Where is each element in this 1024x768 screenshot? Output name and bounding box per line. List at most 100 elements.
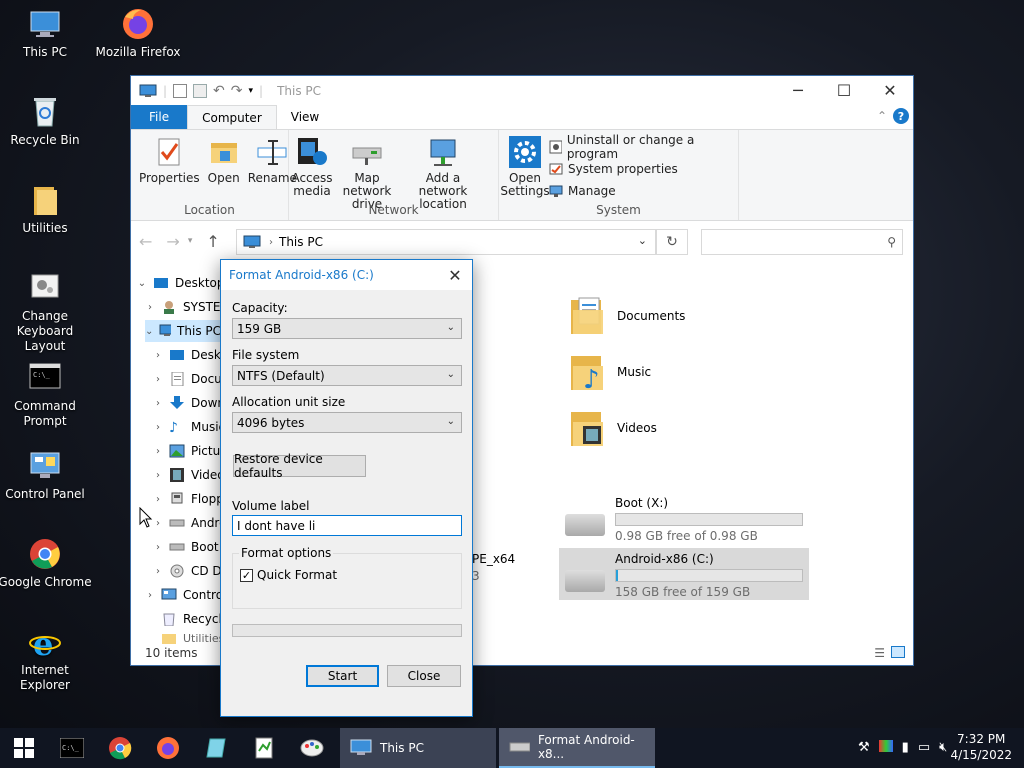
chevron-right-icon[interactable]: › — [145, 590, 155, 601]
nav-item-this-pc[interactable]: ⌄ This PC — [145, 320, 221, 342]
dialog-close-button[interactable]: ✕ — [438, 260, 472, 290]
chevron-right-icon[interactable]: › — [153, 470, 163, 481]
ribbon-collapse-icon[interactable]: ⌃ — [877, 109, 887, 123]
new-folder-qa-icon[interactable] — [193, 83, 208, 98]
chevron-right-icon[interactable]: › — [153, 446, 163, 457]
chevron-right-icon[interactable]: › — [153, 350, 163, 361]
nav-item-floppy[interactable]: › Flopp — [153, 488, 224, 510]
back-icon[interactable]: ← — [139, 232, 152, 251]
chevron-right-icon[interactable]: › — [153, 398, 163, 409]
desktop-icon-this-pc[interactable]: This PC — [0, 7, 93, 60]
capacity-select[interactable]: 159 GB ⌄ — [232, 318, 462, 339]
close-dialog-button[interactable]: Close — [387, 665, 461, 687]
nav-item-boot[interactable]: › Boot — [153, 536, 219, 558]
help-icon[interactable]: ? — [893, 108, 909, 124]
usb-icon[interactable]: ▮ — [902, 740, 909, 755]
chevron-right-icon[interactable]: › — [153, 518, 163, 529]
chevron-right-icon[interactable]: › — [153, 374, 163, 385]
nav-item-desktop[interactable]: ⌄ Desktop — [137, 272, 225, 294]
format-dialog[interactable]: Format Android-x86 (C:) ✕ Capacity: 159 … — [220, 259, 473, 717]
desktop-icon-chrome[interactable]: Google Chrome — [0, 537, 93, 590]
drive-icon — [169, 519, 185, 527]
nav-item-videos[interactable]: › Video — [153, 464, 225, 486]
network-icon[interactable]: ⚒ — [858, 740, 870, 755]
quick-format-checkbox[interactable]: ✓ Quick Format — [240, 568, 337, 582]
recent-chevron-icon[interactable]: ▾ — [188, 236, 193, 246]
nav-item-recycle-bin[interactable]: Recycle — [145, 608, 229, 630]
restore-defaults-button[interactable]: Restore device defaults — [233, 452, 366, 480]
large-icons-view-icon[interactable] — [891, 646, 905, 658]
display-icon[interactable] — [878, 740, 893, 752]
tab-file[interactable]: File — [131, 105, 188, 129]
undo-icon[interactable]: ↶ — [213, 83, 225, 99]
chevron-right-icon[interactable]: › — [153, 494, 163, 505]
terminal-icon: C:\_ — [28, 361, 62, 395]
start-button[interactable] — [0, 728, 48, 768]
taskbar-clock[interactable]: 7:32 PM 4/15/2022 — [950, 731, 1012, 763]
taskbar-command-prompt[interactable]: C:\_ — [48, 728, 96, 768]
folder-videos[interactable]: Videos — [569, 408, 657, 448]
desktop-icon-change-keyboard[interactable]: Change Keyboard Layout — [0, 271, 93, 354]
dialog-titlebar[interactable]: Format Android-x86 (C:) ✕ — [221, 260, 472, 290]
film-icon — [170, 468, 184, 482]
forward-icon[interactable]: → — [166, 232, 179, 251]
nav-item-android[interactable]: › Andro — [153, 512, 226, 534]
nav-item-desktop-sub[interactable]: › Deskt — [153, 344, 226, 366]
notes-icon[interactable]: ▭ — [918, 740, 930, 755]
desktop-icon-internet-explorer[interactable]: e Internet Explorer — [0, 625, 93, 693]
folder-music[interactable]: ♪ Music — [569, 352, 651, 395]
manage-button[interactable]: Manage — [549, 180, 734, 202]
start-button[interactable]: Start — [306, 665, 379, 687]
taskbar-firefox[interactable] — [144, 728, 192, 768]
drive-android[interactable]: Android-x86 (C:) 158 GB free of 159 GB — [559, 548, 809, 600]
file-system-select[interactable]: NTFS (Default) ⌄ — [232, 365, 462, 386]
maximize-button[interactable]: ☐ — [821, 76, 867, 105]
desktop-icon-control-panel[interactable]: Control Panel — [0, 449, 93, 502]
details-view-icon[interactable]: ☰ — [874, 646, 885, 660]
volume-muted-icon[interactable]: 🔇︎ — [939, 740, 947, 755]
chevron-down-icon[interactable]: ▾ — [249, 86, 254, 96]
system-properties-button[interactable]: System properties — [549, 158, 734, 180]
chevron-right-icon[interactable]: › — [153, 422, 163, 433]
taskbar-task-this-pc[interactable]: This PC — [340, 728, 496, 768]
desktop-icon-utilities[interactable]: Utilities — [0, 183, 93, 236]
refresh-button[interactable]: ↻ — [656, 229, 688, 255]
explorer-titlebar[interactable]: | ↶ ↷ ▾ | This PC ─ ☐ ✕ — [131, 76, 913, 105]
nav-item-control-panel[interactable]: › Contro — [145, 584, 223, 606]
tab-view[interactable]: View — [277, 105, 333, 129]
taskbar-task-format[interactable]: Format Android-x8... — [499, 728, 655, 768]
redo-icon[interactable]: ↷ — [231, 83, 243, 99]
taskbar-notepad[interactable] — [192, 728, 240, 768]
chevron-down-icon[interactable]: ⌄ — [638, 234, 647, 247]
volume-label-input[interactable] — [232, 515, 462, 536]
nav-item-downloads[interactable]: › Down — [153, 392, 225, 414]
taskbar-paint[interactable] — [288, 728, 336, 768]
chevron-down-icon[interactable]: ⌄ — [137, 278, 147, 289]
chevron-right-icon[interactable]: › — [153, 542, 163, 553]
firefox-icon — [121, 7, 155, 41]
address-bar[interactable]: › This PC ⌄ — [236, 229, 656, 255]
chevron-right-icon[interactable]: › — [153, 566, 163, 577]
taskbar-chrome[interactable] — [96, 728, 144, 768]
uninstall-program-button[interactable]: Uninstall or change a program — [549, 133, 734, 161]
nav-item-system[interactable]: › SYSTEM — [145, 296, 231, 318]
minimize-button[interactable]: ─ — [775, 76, 821, 105]
nav-item-pictures[interactable]: › Pictur — [153, 440, 225, 462]
up-icon[interactable]: ↑ — [206, 232, 219, 251]
allocation-unit-select[interactable]: 4096 bytes ⌄ — [232, 412, 462, 433]
nav-item-cd-drive[interactable]: › CD Dr — [153, 560, 227, 582]
desktop-icon-command-prompt[interactable]: C:\_ Command Prompt — [0, 361, 93, 429]
close-button[interactable]: ✕ — [867, 76, 913, 105]
search-input[interactable]: ⚲ — [701, 229, 903, 255]
folder-documents[interactable]: Documents — [569, 296, 685, 336]
nav-item-documents[interactable]: › Docu — [153, 368, 222, 390]
drive-boot[interactable]: Boot (X:) 0.98 GB free of 0.98 GB — [559, 492, 809, 544]
chevron-right-icon[interactable]: › — [145, 302, 155, 313]
chevron-down-icon[interactable]: ⌄ — [145, 326, 153, 337]
tab-computer[interactable]: Computer — [187, 105, 277, 129]
desktop-icon-firefox[interactable]: Mozilla Firefox — [90, 7, 186, 60]
properties-qa-icon[interactable] — [173, 83, 188, 98]
taskbar-editor[interactable] — [240, 728, 288, 768]
desktop-icon-recycle-bin[interactable]: Recycle Bin — [0, 95, 93, 148]
nav-item-music[interactable]: › ♪ Music — [153, 416, 225, 438]
